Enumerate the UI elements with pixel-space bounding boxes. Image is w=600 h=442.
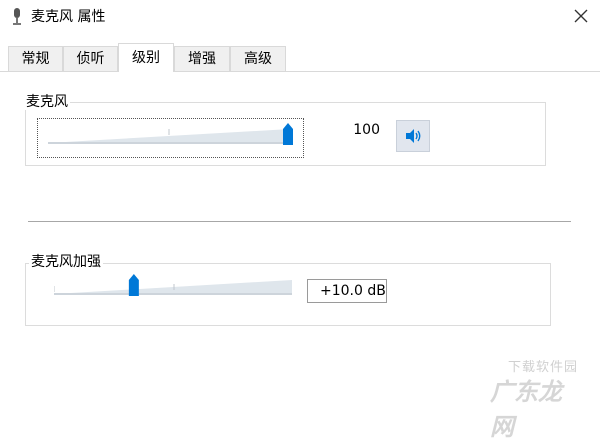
speaker-icon: [406, 129, 421, 143]
tab-levels[interactable]: 级别: [118, 43, 174, 72]
watermark-logo: 下载软件园 广东龙网: [490, 356, 586, 441]
microphone-icon: [13, 8, 21, 25]
microphone-level-value: 100: [353, 122, 380, 138]
boost-slider-thumb[interactable]: [128, 274, 139, 296]
boost-value-box: +10.0 dB: [307, 279, 387, 303]
tab-general[interactable]: 常规: [8, 46, 63, 71]
microphone-level-thumb[interactable]: [283, 123, 293, 145]
levels-panel: 麦克风 100 麦克风加强 +10.0 dB 下载软件园 广东龙网: [0, 72, 600, 441]
window-title: 麦克风 属性: [31, 9, 106, 25]
microphone-level-slider[interactable]: [37, 118, 304, 158]
mute-button[interactable]: [396, 120, 430, 152]
tab-advanced[interactable]: 高级: [230, 46, 286, 71]
boost-group-label: 麦克风加强: [29, 254, 103, 270]
section-separator: [28, 221, 571, 222]
title-bar: 麦克风 属性: [0, 0, 600, 34]
close-icon[interactable]: [570, 5, 592, 27]
microphone-level-track: [48, 123, 293, 145]
watermark-main-text: 广东龙网: [490, 378, 562, 441]
tab-enhancements[interactable]: 增强: [174, 46, 230, 71]
boost-slider[interactable]: [54, 274, 296, 304]
tab-listen[interactable]: 侦听: [63, 46, 118, 71]
microphone-group-label: 麦克风: [24, 94, 70, 110]
